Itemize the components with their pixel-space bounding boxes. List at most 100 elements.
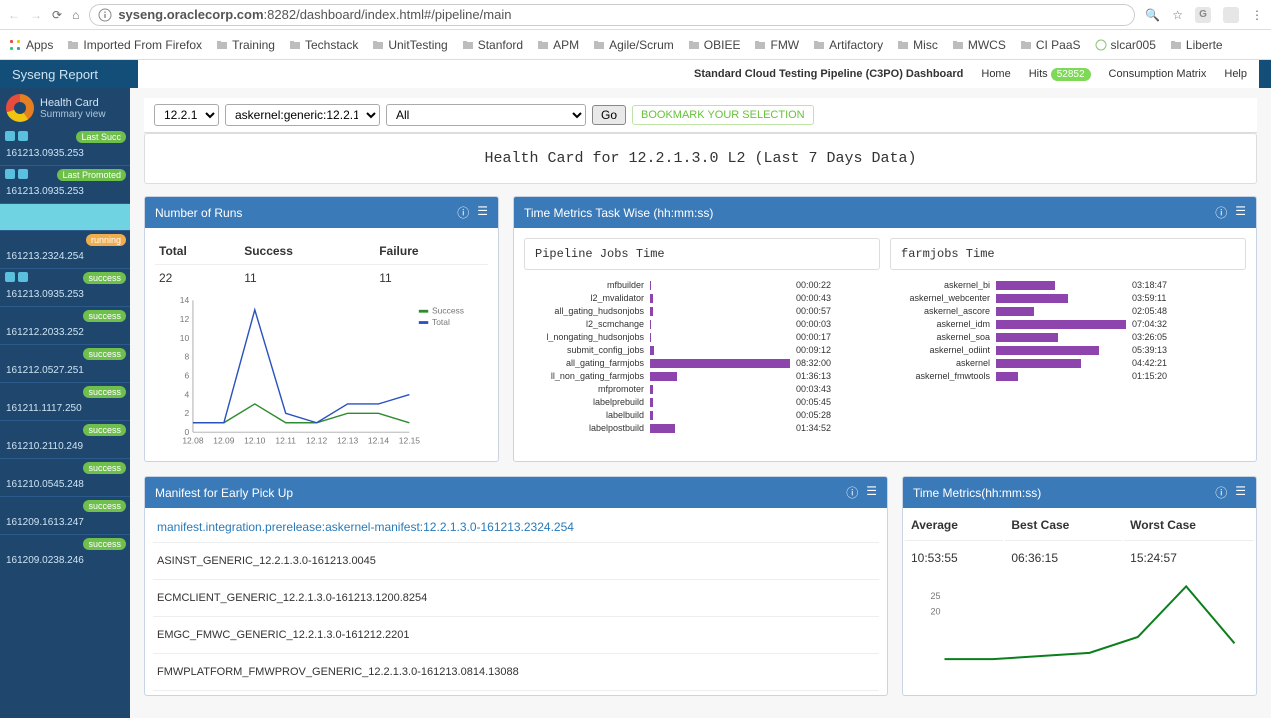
star-icon[interactable]: ☆	[1172, 8, 1183, 22]
svg-text:12.09: 12.09	[213, 435, 234, 445]
mini-badge-icon	[18, 131, 28, 141]
svg-text:20: 20	[930, 607, 940, 617]
svg-text:12.12: 12.12	[306, 435, 327, 445]
bookmark-item[interactable]: slcar005	[1095, 38, 1156, 52]
nav-home[interactable]: Home	[981, 68, 1010, 80]
info-icon[interactable]: ⓘ	[1215, 484, 1227, 501]
manifest-link[interactable]: manifest.integration.prerelease:askernel…	[153, 512, 879, 543]
hbar-row: labelbuild00:05:28	[524, 410, 880, 420]
pipeline-select[interactable]: askernel:generic:12.2.1.3.0	[225, 104, 380, 126]
hbar-value: 03:59:11	[1132, 293, 1166, 303]
scope-select[interactable]: All	[386, 104, 586, 126]
menu-icon[interactable]: ☰	[1235, 204, 1246, 221]
nav-back-icon[interactable]: ←	[8, 8, 20, 22]
search-icon[interactable]: 🔍	[1145, 8, 1160, 22]
info-icon[interactable]: ⓘ	[846, 484, 858, 501]
sidebar-item[interactable]: success161212.0527.251	[0, 344, 130, 382]
bookmark-item[interactable]: Imported From Firefox	[67, 38, 202, 52]
sidebar-item[interactable]: success161210.0545.248	[0, 458, 130, 496]
bookmark-item[interactable]: UnitTesting	[372, 38, 447, 52]
manifest-row: ECMCLIENT_GENERIC_12.2.1.3.0-161213.1200…	[153, 580, 879, 617]
hbar-row: l_nongating_hudsonjobs00:00:17	[524, 332, 880, 342]
bookmark-item[interactable]: Stanford	[462, 38, 523, 52]
mini-badge-icon	[18, 169, 28, 179]
app-title[interactable]: Syseng Report	[12, 67, 142, 82]
hbar-label: askernel_soa	[890, 332, 990, 342]
hbar-value: 05:39:13	[1132, 345, 1167, 355]
hbar-row: labelprebuild00:05:45	[524, 397, 880, 407]
menu-icon[interactable]: ☰	[866, 484, 877, 501]
hbar-value: 01:36:13	[796, 371, 831, 381]
nav-forward-icon[interactable]: →	[30, 8, 42, 22]
info-icon[interactable]: ⓘ	[1215, 204, 1227, 221]
bookmark-item[interactable]: Agile/Scrum	[593, 38, 674, 52]
sidebar-item[interactable]: success161212.2033.252	[0, 306, 130, 344]
menu-icon[interactable]: ☰	[477, 204, 488, 221]
sidebar-item-label: 161209.1613.247	[6, 517, 84, 528]
runs-chart: 0246810121412.0812.0912.1012.1112.1212.1…	[155, 291, 485, 451]
panel-title: Manifest for Early Pick Up	[155, 486, 846, 500]
bookmark-item[interactable]: OBIEE	[688, 38, 741, 52]
browser-toolbar: ← → ⟳ ⌂ syseng.oraclecorp.com:8282/dashb…	[0, 0, 1271, 30]
sidebar-item[interactable]: success161210.2110.249	[0, 420, 130, 458]
menu-icon[interactable]: ⋮	[1251, 8, 1263, 22]
hbar-row: mfpromoter00:03:43	[524, 384, 880, 394]
nav-home-icon[interactable]: ⌂	[72, 8, 79, 22]
bookmark-item[interactable]: MWCS	[952, 38, 1006, 52]
sidebar-item[interactable]: Last Promoted161213.0935.253	[0, 165, 130, 203]
svg-text:10: 10	[180, 333, 190, 343]
nav-help[interactable]: Help	[1224, 68, 1247, 80]
hbar-row: ll_non_gating_farmjobs01:36:13	[524, 371, 880, 381]
hbar-value: 02:05:48	[1132, 306, 1167, 316]
nav-reload-icon[interactable]: ⟳	[52, 8, 62, 22]
folder-icon	[372, 39, 384, 51]
sidebar-item[interactable]	[0, 203, 130, 230]
nav-matrix[interactable]: Consumption Matrix	[1109, 68, 1207, 80]
hits: Hits 52852	[1029, 68, 1091, 80]
hbar-row: all_gating_hudsonjobs00:00:57	[524, 306, 880, 316]
hbar-row: askernel_fmwtools01:15:20	[890, 371, 1246, 381]
go-button[interactable]: Go	[592, 105, 626, 125]
bookmark-item[interactable]: Artifactory	[813, 38, 883, 52]
info-icon[interactable]: ⓘ	[457, 204, 469, 221]
hbar-label: askernel_fmwtools	[890, 371, 990, 381]
hbar-label: askernel_webcenter	[890, 293, 990, 303]
svg-text:12.13: 12.13	[337, 435, 358, 445]
donut-icon	[6, 94, 34, 122]
hbar-track	[996, 320, 1126, 329]
hbar-row: askernel_bi03:18:47	[890, 280, 1246, 290]
status-badge: success	[83, 500, 126, 512]
sidebar-item-label: 161213.0935.253	[6, 148, 84, 159]
globe-icon	[1095, 39, 1107, 51]
bookmark-item[interactable]: Techstack	[289, 38, 358, 52]
hbar-label: labelprebuild	[524, 397, 644, 407]
sidebar-head-sub: Summary view	[40, 109, 106, 120]
bookmark-item[interactable]: Misc	[897, 38, 938, 52]
address-bar[interactable]: syseng.oraclecorp.com:8282/dashboard/ind…	[89, 4, 1135, 26]
bookmark-item[interactable]: Liberte	[1170, 38, 1223, 52]
hbar-value: 00:09:12	[796, 345, 831, 355]
sidebar-item[interactable]: running161213.2324.254	[0, 230, 130, 268]
sidebar-head[interactable]: Health Card Summary view	[0, 88, 130, 128]
hbar-value: 00:00:03	[796, 319, 831, 329]
svg-text:Total: Total	[432, 317, 450, 327]
ext-icon-1[interactable]: G	[1195, 7, 1211, 23]
bookmark-item[interactable]: Training	[216, 38, 275, 52]
menu-icon[interactable]: ☰	[1235, 484, 1246, 501]
svg-text:12.14: 12.14	[368, 435, 389, 445]
hbar-track	[996, 294, 1126, 303]
ext-icon-2[interactable]	[1223, 7, 1239, 23]
bookmark-item[interactable]: Apps	[8, 38, 53, 52]
bookmark-item[interactable]: CI PaaS	[1020, 38, 1081, 52]
bookmark-item[interactable]: FMW	[754, 38, 799, 52]
sidebar-item-label: 161211.1117.250	[6, 403, 82, 414]
sidebar-item[interactable]: Last Succ161213.0935.253	[0, 128, 130, 165]
sidebar-item[interactable]: success161211.1117.250	[0, 382, 130, 420]
sidebar-item[interactable]: success161209.0238.246	[0, 534, 130, 572]
bookmark-button[interactable]: BOOKMARK YOUR SELECTION	[632, 105, 814, 125]
version-select[interactable]: 12.2.1.3.0	[154, 104, 219, 126]
sidebar-item[interactable]: success161213.0935.253	[0, 268, 130, 306]
hbar-track	[650, 398, 790, 407]
bookmark-item[interactable]: APM	[537, 38, 579, 52]
sidebar-item[interactable]: success 161209.1613.247	[0, 496, 130, 534]
